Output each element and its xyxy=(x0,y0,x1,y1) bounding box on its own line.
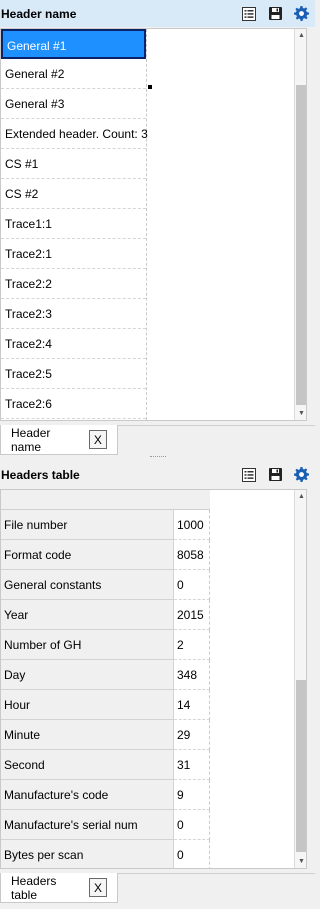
panel-title: Header name xyxy=(1,6,77,21)
scroll-down-arrow-icon[interactable]: ▼ xyxy=(295,855,306,868)
table-header-row xyxy=(1,490,210,510)
row-key: Manufacture's code xyxy=(1,780,174,810)
list-item[interactable]: Extended header. Count: 3 xyxy=(1,119,148,149)
tab-label: Header name xyxy=(11,425,51,454)
bottom-tabstrip: Headers table X xyxy=(0,873,315,903)
row-value[interactable]: 9 xyxy=(174,780,210,810)
row-key: Manufacture's serial num xyxy=(1,810,174,840)
scrollbar-thumb[interactable] xyxy=(296,85,306,405)
tab-headers-table[interactable]: Headers table X xyxy=(0,873,118,903)
list-item[interactable]: CS #2 xyxy=(1,179,146,209)
row-value[interactable]: 2015 xyxy=(174,600,210,630)
headers-table-panel-titlebar: Headers table xyxy=(0,461,315,488)
row-key: Day xyxy=(1,660,174,690)
row-key: Number of GH xyxy=(1,630,174,660)
list-item[interactable]: Trace1:1 xyxy=(1,209,146,239)
scroll-up-arrow-icon[interactable]: ▲ xyxy=(295,490,306,503)
list-item[interactable]: CS #1 xyxy=(1,149,146,179)
table-row[interactable]: Bytes per scan 0 xyxy=(1,840,210,868)
list-item[interactable]: Trace2:1 xyxy=(1,239,146,269)
table-row[interactable]: Number of GH 2 xyxy=(1,630,210,660)
list-item[interactable]: Trace2:3 xyxy=(1,299,146,329)
table-row[interactable]: Hour 14 xyxy=(1,690,210,720)
row-key: General constants xyxy=(1,570,174,600)
panel-toolbar xyxy=(241,467,309,483)
save-icon[interactable] xyxy=(267,467,283,483)
list-item[interactable]: Trace2:2 xyxy=(1,269,146,299)
scroll-down-arrow-icon[interactable]: ▼ xyxy=(295,407,306,420)
list-view-icon[interactable] xyxy=(241,467,257,483)
row-value[interactable]: 0 xyxy=(174,810,210,840)
row-value[interactable]: 0 xyxy=(174,840,210,868)
resize-grip[interactable] xyxy=(147,84,153,90)
row-key: Second xyxy=(1,750,174,780)
table-row[interactable]: Minute 29 xyxy=(1,720,210,750)
list-scrollbar[interactable]: ▲ ▼ xyxy=(294,29,306,420)
close-icon[interactable]: X xyxy=(88,430,107,449)
scrollbar-thumb[interactable] xyxy=(296,680,306,852)
list-item[interactable]: Trace2:4 xyxy=(1,329,146,359)
top-tabstrip: Header name X xyxy=(0,425,315,455)
header-name-column: General #1 General #2 General #3 Extended h… xyxy=(1,29,148,420)
gear-icon[interactable] xyxy=(293,6,309,22)
headers-table[interactable]: File number 1000 Format code 8058 General co… xyxy=(0,489,307,869)
row-value[interactable]: 2 xyxy=(174,630,210,660)
list-item[interactable]: General #1 xyxy=(1,29,146,59)
list-item[interactable]: General #2 xyxy=(1,59,146,89)
table-scrollbar[interactable]: ▲ ▼ xyxy=(294,490,306,868)
panel-title: Headers table xyxy=(1,467,80,482)
row-key: File number xyxy=(1,510,174,540)
list-item[interactable]: Trace2:5 xyxy=(1,359,146,389)
list-item[interactable]: Trace2:6 xyxy=(1,389,146,419)
table-row[interactable]: General constants 0 xyxy=(1,570,210,600)
list-item[interactable]: General #3 xyxy=(1,89,146,119)
tab-header-name[interactable]: Header name X xyxy=(0,425,118,455)
header-name-panel-titlebar: Header name xyxy=(0,0,315,27)
table-row[interactable]: Day 348 xyxy=(1,660,210,690)
row-value[interactable]: 29 xyxy=(174,720,210,750)
row-value[interactable]: 31 xyxy=(174,750,210,780)
table-row[interactable]: Second 31 xyxy=(1,750,210,780)
gear-icon[interactable] xyxy=(293,467,309,483)
row-value[interactable]: 1000 xyxy=(174,510,210,540)
row-value[interactable]: 8058 xyxy=(174,540,210,570)
row-key: Year xyxy=(1,600,174,630)
tab-label: Headers table xyxy=(11,873,57,902)
row-key: Format code xyxy=(1,540,174,570)
row-key: Minute xyxy=(1,720,174,750)
row-key: Hour xyxy=(1,690,174,720)
row-key: Bytes per scan xyxy=(1,840,174,868)
panel-toolbar xyxy=(241,6,309,22)
header-name-list[interactable]: General #1 General #2 General #3 Extended h… xyxy=(0,28,307,421)
table-row[interactable]: File number 1000 xyxy=(1,510,210,540)
table-row[interactable]: Format code 8058 xyxy=(1,540,210,570)
row-value[interactable]: 348 xyxy=(174,660,210,690)
row-value[interactable]: 0 xyxy=(174,570,210,600)
scroll-up-arrow-icon[interactable]: ▲ xyxy=(295,29,306,42)
panel-splitter[interactable] xyxy=(0,452,315,461)
row-value[interactable]: 14 xyxy=(174,690,210,720)
table-row[interactable]: Year 2015 xyxy=(1,600,210,630)
table-row[interactable]: Manufacture's code 9 xyxy=(1,780,210,810)
table-row[interactable]: Manufacture's serial num 0 xyxy=(1,810,210,840)
close-icon[interactable]: X xyxy=(89,878,107,897)
list-view-icon[interactable] xyxy=(241,6,257,22)
save-icon[interactable] xyxy=(267,6,283,22)
